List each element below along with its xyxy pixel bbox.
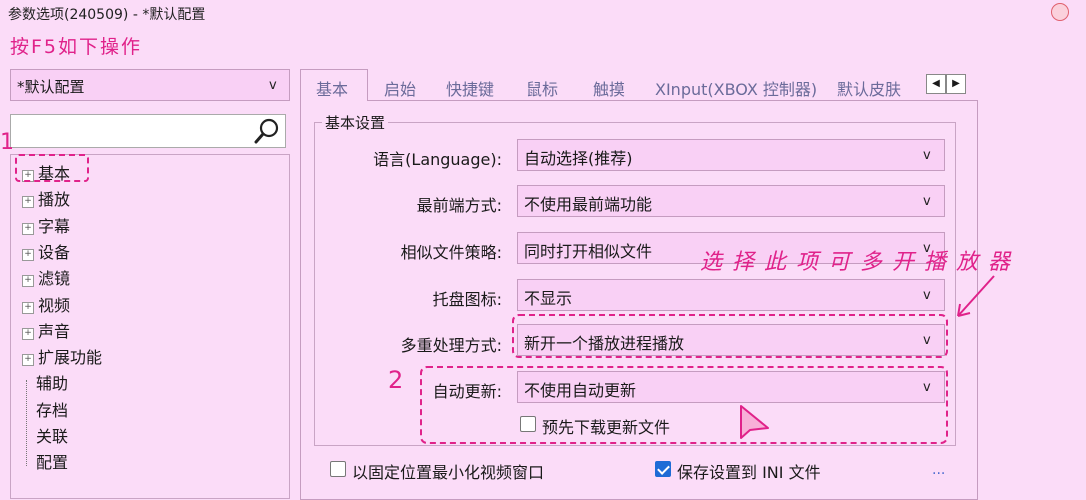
auto-update-value: 不使用自动更新 — [524, 381, 637, 400]
sidebar-item-6[interactable]: + 声音 — [22, 318, 70, 342]
tab-xinput[interactable]: XInput(XBOX 控制器) — [655, 76, 817, 100]
sidebar-item-label: 辅助 — [36, 374, 69, 394]
sidebar-item-11[interactable]: 配置 — [22, 449, 68, 473]
group-title: 基本设置 — [322, 112, 389, 133]
similar-files-value: 同时打开相似文件 — [524, 242, 653, 261]
topmost-value: 不使用最前端功能 — [524, 195, 653, 214]
expand-icon[interactable]: + — [22, 327, 34, 340]
save-ini-checkbox[interactable] — [655, 461, 671, 477]
sidebar-item-label: 扩展功能 — [38, 348, 103, 368]
expand-icon[interactable]: + — [22, 248, 34, 261]
sidebar-item-label: 播放 — [38, 190, 71, 210]
tree-connector — [26, 380, 28, 466]
tab-startup[interactable]: 启始 — [384, 76, 416, 100]
save-ini-label: 保存设置到 INI 文件 — [677, 463, 821, 482]
multi-instance-label: 多重处理方式: — [400, 336, 502, 355]
highlight-basic — [15, 154, 89, 182]
sidebar-item-3[interactable]: + 设备 — [22, 239, 70, 263]
close-icon[interactable] — [1051, 3, 1069, 21]
sidebar-item-label: 配置 — [36, 453, 69, 473]
search-input[interactable] — [10, 114, 286, 148]
expand-icon[interactable]: + — [22, 301, 34, 314]
multi-instance-value: 新开一个播放进程播放 — [524, 334, 685, 353]
tray-icon-select[interactable]: 不显示 v — [517, 279, 945, 311]
sidebar-item-9[interactable]: 存档 — [22, 397, 68, 421]
cursor-pointer-icon — [740, 405, 769, 439]
chevron-down-icon: v — [923, 288, 931, 303]
sidebar-item-5[interactable]: + 视频 — [22, 292, 70, 316]
sidebar-item-label: 存档 — [36, 400, 69, 420]
tab-scroll-left-icon[interactable]: ◀ — [926, 74, 946, 94]
language-label: 语言(Language): — [373, 150, 502, 169]
language-value: 自动选择(推荐) — [524, 149, 633, 168]
sidebar-item-10[interactable]: 关联 — [22, 423, 68, 447]
language-select[interactable]: 自动选择(推荐) v — [517, 139, 945, 171]
tab-label: 基本 — [316, 80, 349, 99]
minimize-fixed-label: 以固定位置最小化视频窗口 — [352, 463, 545, 482]
window-title: 参数选项(240509) - *默认配置 — [8, 7, 206, 23]
auto-update-label: 自动更新: — [432, 382, 502, 401]
sidebar-item-label: 视频 — [38, 295, 71, 315]
sidebar-item-8[interactable]: 辅助 — [22, 370, 68, 394]
sidebar-item-2[interactable]: + 字幕 — [22, 213, 70, 237]
sidebar-item-7[interactable]: + 扩展功能 — [22, 344, 102, 368]
annotation-top: 按F5如下操作 — [10, 36, 143, 58]
profile-select[interactable]: *默认配置 v — [10, 69, 290, 101]
sidebar-item-label: 设备 — [38, 242, 71, 262]
profile-value: *默认配置 — [17, 78, 85, 96]
tray-icon-value: 不显示 — [524, 289, 573, 308]
minimize-fixed-checkbox[interactable] — [330, 461, 346, 477]
more-options-link[interactable]: ... — [932, 462, 945, 478]
tab-shortcuts[interactable]: 快捷键 — [446, 76, 494, 100]
auto-update-select[interactable]: 不使用自动更新 v — [517, 371, 945, 403]
expand-icon[interactable]: + — [22, 222, 34, 235]
chevron-down-icon: v — [923, 148, 931, 163]
sidebar-item-4[interactable]: + 滤镜 — [22, 265, 70, 289]
sidebar-item-label: 字幕 — [38, 216, 71, 236]
tab-touch[interactable]: 触摸 — [593, 76, 625, 100]
tray-icon-label: 托盘图标: — [432, 290, 502, 309]
topmost-label: 最前端方式: — [416, 196, 502, 215]
tab-basic[interactable]: 基本 — [300, 69, 368, 101]
chevron-down-icon: v — [923, 333, 931, 348]
annotation-arrow-icon — [957, 275, 995, 317]
multi-instance-select[interactable]: 新开一个播放进程播放 v — [517, 324, 945, 356]
expand-icon[interactable]: + — [22, 275, 34, 288]
topmost-select[interactable]: 不使用最前端功能 v — [517, 185, 945, 217]
predownload-label: 预先下载更新文件 — [542, 418, 671, 437]
sidebar-item-label: 关联 — [36, 427, 69, 446]
tab-scroll-right-icon[interactable]: ▶ — [946, 74, 966, 94]
tab-mouse[interactable]: 鼠标 — [526, 76, 558, 100]
sidebar-item-label: 滤镜 — [38, 269, 71, 289]
search-icon[interactable] — [252, 116, 282, 146]
chevron-down-icon: v — [923, 194, 931, 209]
sidebar-item-label: 声音 — [38, 321, 71, 341]
chevron-down-icon: v — [923, 380, 931, 395]
marker-one: 1 — [0, 130, 14, 155]
chevron-down-icon: v — [269, 78, 277, 93]
predownload-checkbox[interactable] — [520, 416, 536, 432]
sidebar-item-1[interactable]: + 播放 — [22, 186, 70, 210]
expand-icon[interactable]: + — [22, 354, 34, 367]
similar-files-label: 相似文件策略: — [400, 243, 502, 262]
tab-default-skin[interactable]: 默认皮肤 — [837, 76, 901, 100]
expand-icon[interactable]: + — [22, 196, 34, 209]
